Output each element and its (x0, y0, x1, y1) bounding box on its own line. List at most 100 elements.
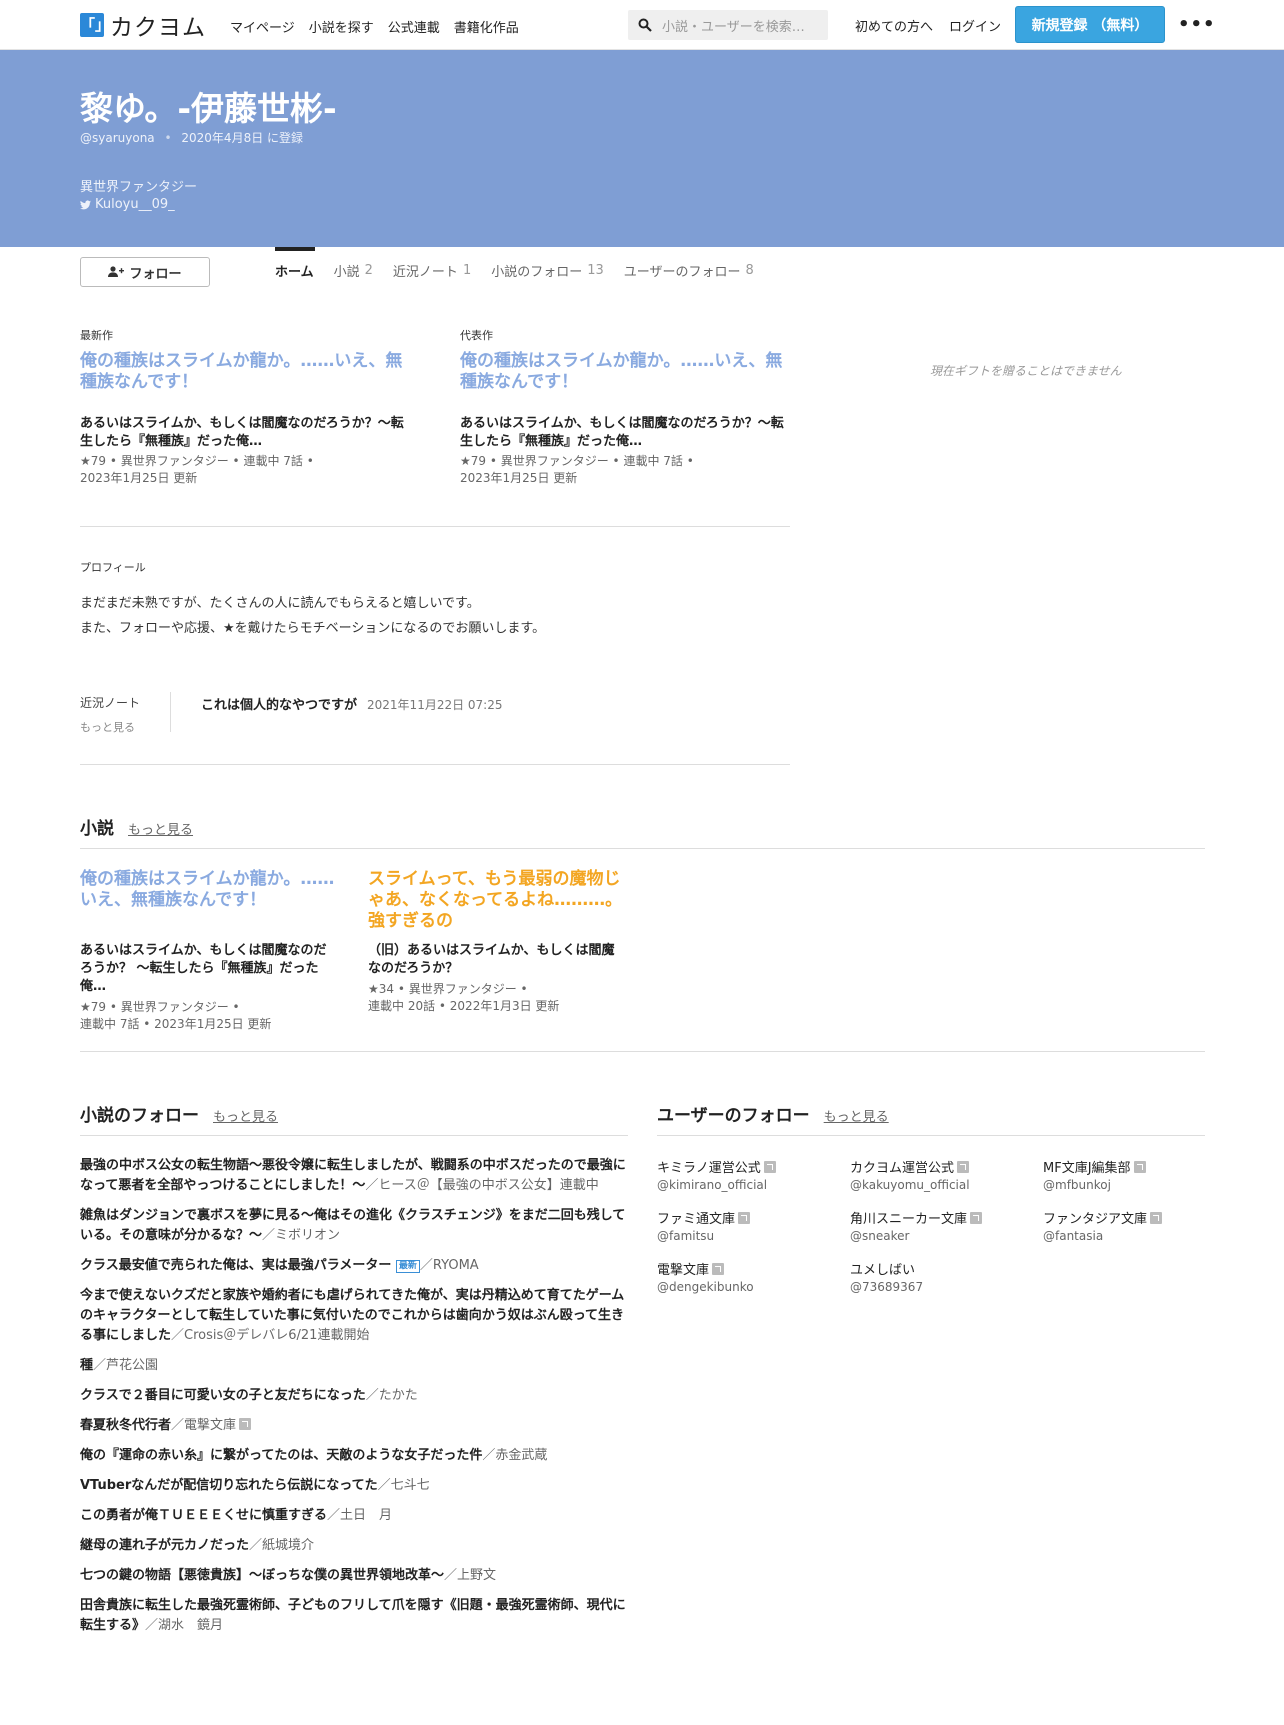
featured-title[interactable]: 俺の種族はスライムか龍か。……いえ、無種族なんです！ (460, 351, 790, 393)
tab-count: 1 (462, 262, 472, 278)
novel-subtitle: あるいはスライムか、もしくは閻魔なのだろうか？ 〜転生したら『無種族』だった俺… (80, 943, 327, 994)
signup-button[interactable]: 新規登録 （無料） (1015, 6, 1165, 43)
latest-label: 最新作 (80, 329, 113, 342)
tab-label: ユーザーのフォロー (623, 264, 741, 280)
nav-published-works[interactable]: 書籍化作品 (454, 17, 519, 36)
list-item[interactable]: この勇者が俺ＴＵＥＥＥくせに慎重すぎる／土日 月 (80, 1506, 628, 1526)
novel-card: 俺の種族はスライムか龍か。……いえ、無種族なんです！ あるいはスライムか、もしく… (80, 869, 335, 1033)
follow-title: この勇者が俺ＴＵＥＥＥくせに慎重すぎる (80, 1508, 328, 1523)
follow-author: ／上野文 (444, 1568, 497, 1583)
novel-updated: 連載中 20話 • 2022年1月3日 更新 (368, 999, 560, 1013)
profile-tabs: ホーム 小説 2 近況ノート 1 小説のフォロー 13 ユーザーのフォロー 8 (275, 247, 754, 287)
list-item[interactable]: 春夏秋冬代行者／電撃文庫 (80, 1416, 628, 1436)
follow-title: クラス最安値で売られた俺は、実は最強パラメーター (80, 1258, 392, 1273)
list-item[interactable]: 田舎貴族に転生した最強死霊術師、子どものフリして爪を隠す《旧題・最強死霊術師、現… (80, 1596, 628, 1636)
user-card[interactable]: 電撃文庫 @dengekibunko (657, 1259, 850, 1294)
official-icon (712, 1263, 725, 1275)
latest-subtitle: あるいはスライムか、もしくは閻魔なのだろうか？〜転生したら『無種族』だった俺… (80, 416, 404, 449)
twitter-icon (80, 199, 91, 209)
user-card[interactable]: ファミ通文庫 @famitsu (657, 1208, 850, 1243)
tab-home[interactable]: ホーム (275, 247, 315, 287)
logo-text: カクヨム (110, 15, 206, 41)
novel-title[interactable]: 俺の種族はスライムか龍か。……いえ、無種族なんです！ (80, 869, 335, 932)
divider (80, 1051, 1205, 1052)
tab-novel-follows[interactable]: 小説のフォロー 13 (491, 247, 604, 287)
novel-title[interactable]: スライムって、もう最弱の魔物じゃあ、なくなってるよね………。強すぎるの (368, 869, 623, 932)
list-item[interactable]: 雑魚はダンジョンで裏ボスを夢に見る～俺はその進化《クラスチェンジ》をまだ二回も残… (80, 1206, 628, 1246)
user-card[interactable]: カクヨム運営公式 @kakuyomu_official (850, 1157, 1043, 1192)
notes-section: 近況ノート もっと見る (80, 694, 140, 735)
tab-notes[interactable]: 近況ノート 1 (393, 247, 471, 287)
user-genre: 異世界ファンタジー (80, 180, 198, 195)
follow-author: ／七斗七 (377, 1478, 430, 1493)
note-item: これは個人的なやつですが 2021年11月22日 07:25 (201, 694, 503, 713)
user-follow-name: 電撃文庫 (657, 1263, 710, 1278)
list-item[interactable]: 最強の中ボス公女の転生物語～悪役令嬢に転生しましたが、戦闘系の中ボスだったので最… (80, 1156, 628, 1196)
list-item[interactable]: VTuberなんだが配信切り忘れたら伝説になってた／七斗七 (80, 1476, 628, 1496)
notes-label: 近況ノート (80, 696, 141, 710)
add-user-icon (108, 266, 125, 277)
meta-dot: • (164, 131, 172, 145)
featured-meta: ★79 • 異世界ファンタジー • 連載中 7話 • (460, 454, 694, 468)
novels-header: 小説 もっと見る (80, 814, 193, 839)
new-badge: 最新 (395, 1260, 420, 1273)
follow-title: VTuberなんだが配信切り忘れたら伝説になってた (80, 1478, 378, 1493)
list-item[interactable]: 継母の連れ子が元カノだった／紙城境介 (80, 1536, 628, 1556)
user-follow-id: @mfbunkoj (1043, 1178, 1111, 1192)
official-icon (1150, 1212, 1163, 1224)
kakuyomu-logo[interactable]: 「」 カクヨム (80, 12, 206, 41)
follow-author: ／Crosis＠デレバレ6/21連載開始 (171, 1328, 370, 1343)
first-time-link[interactable]: 初めての方へ (855, 16, 933, 35)
user-follows-more-link[interactable]: もっと見る (824, 1106, 889, 1125)
user-name: 黎ゆ。-伊藤世彬- (80, 89, 337, 128)
list-item[interactable]: 種／芦花公園 (80, 1356, 628, 1376)
novel-follows-heading: 小説のフォロー (80, 1106, 199, 1126)
novels-more-link[interactable]: もっと見る (128, 819, 193, 838)
tab-label: ホーム (275, 264, 314, 280)
profile-label: プロフィール (80, 561, 146, 574)
list-item[interactable]: クラス最安値で売られた俺は、実は最強パラメーター 最新 ／RYOMA (80, 1256, 628, 1276)
notes-more-link[interactable]: もっと見る (80, 719, 140, 735)
follow-title: 七つの鍵の物語【悪徳貴族】～ぼっちな僕の異世界領地改革～ (80, 1568, 445, 1583)
follow-title: 春夏秋冬代行者 (80, 1418, 172, 1433)
search-icon (638, 18, 652, 32)
tab-user-follows[interactable]: ユーザーのフォロー 8 (624, 247, 754, 287)
follow-button[interactable]: フォロー (80, 257, 210, 287)
tab-novels[interactable]: 小説 2 (334, 247, 373, 287)
nav-official-series[interactable]: 公式連載 (388, 17, 440, 36)
logo-mark: 「」 (80, 13, 110, 37)
official-icon (957, 1161, 970, 1173)
user-card[interactable]: ファンタジア文庫 @fantasia (1043, 1208, 1217, 1243)
list-item[interactable]: クラスで２番目に可愛い女の子と友だちになった／たかた (80, 1386, 628, 1406)
user-follow-id: @kakuyomu_official (850, 1178, 970, 1192)
user-card[interactable]: キミラノ運営公式 @kimirano_official (657, 1157, 850, 1192)
official-icon (239, 1418, 252, 1430)
nav-search-novels[interactable]: 小説を探す (309, 17, 374, 36)
novel-follows-more-link[interactable]: もっと見る (213, 1106, 278, 1125)
divider (80, 1135, 628, 1136)
latest-meta: ★79 • 異世界ファンタジー • 連載中 7話 • (80, 454, 314, 468)
search-input[interactable]: 小説・ユーザーを検索… (628, 10, 828, 40)
official-icon (738, 1212, 751, 1224)
user-card[interactable]: MF文庫J編集部 @mfbunkoj (1043, 1157, 1217, 1192)
more-menu-icon[interactable]: ••• (1178, 14, 1216, 35)
login-link[interactable]: ログイン (949, 16, 1001, 35)
user-card[interactable]: ユメしばい @73689367 (850, 1259, 1043, 1294)
featured-updated: 2023年1月25日 更新 (460, 471, 578, 485)
twitter-link[interactable]: Kuloyu__09_ (80, 197, 175, 212)
twitter-handle: Kuloyu__09_ (95, 197, 175, 212)
list-item[interactable]: 七つの鍵の物語【悪徳貴族】～ぼっちな僕の異世界領地改革～／上野文 (80, 1566, 628, 1586)
latest-title[interactable]: 俺の種族はスライムか龍か。……いえ、無種族なんです！ (80, 351, 410, 393)
list-item[interactable]: 今まで使えないクズだと家族や婚約者にも虐げられてきた俺が、実は丹精込めて育てたゲ… (80, 1286, 628, 1346)
user-follow-id: @kimirano_official (657, 1178, 768, 1192)
list-item[interactable]: 俺の『運命の赤い糸』に繋がってたのは、天敵のような女子だった件／赤金武蔵 (80, 1446, 628, 1466)
user-card[interactable]: 角川スニーカー文庫 @sneaker (850, 1208, 1043, 1243)
user-follow-name: ユメしばい (850, 1263, 916, 1278)
novel-follows-list: 最強の中ボス公女の転生物語～悪役令嬢に転生しましたが、戦闘系の中ボスだったので最… (80, 1156, 628, 1646)
user-follow-id: @sneaker (850, 1229, 910, 1243)
nav-mypage[interactable]: マイページ (230, 17, 295, 36)
novel-follows-header: 小説のフォロー もっと見る (80, 1101, 278, 1126)
note-title[interactable]: これは個人的なやつですが (201, 694, 357, 713)
follow-author: ／赤金武蔵 (482, 1448, 548, 1463)
follow-author: ／湖水 鏡月 (145, 1618, 224, 1633)
